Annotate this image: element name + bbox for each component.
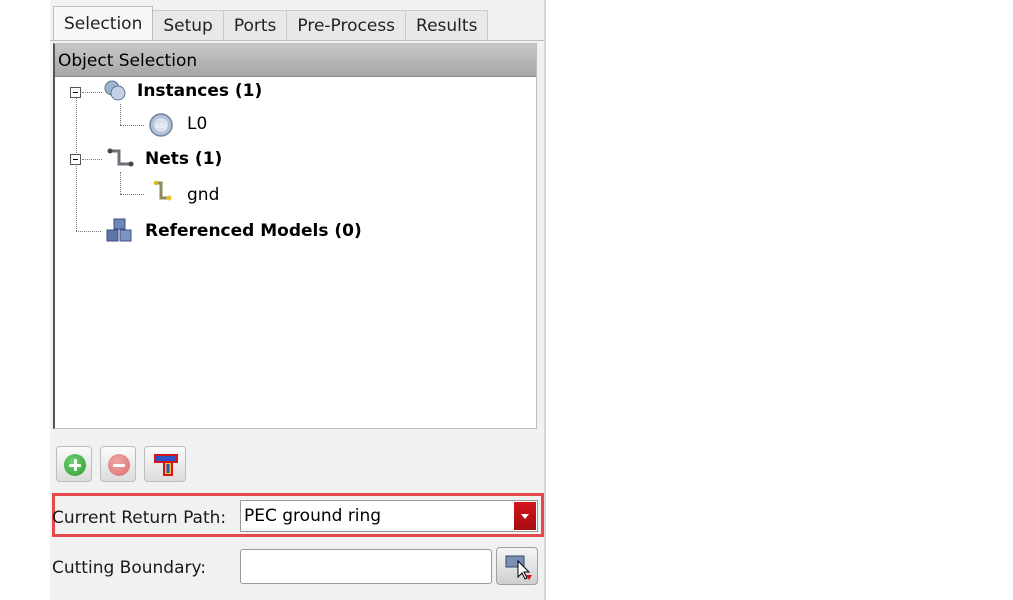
object-tree[interactable]: Object Selection Instances (1) obj L0 Ne…: [53, 43, 537, 429]
cutting-boundary-label: Cutting Boundary:: [52, 558, 207, 578]
cutting-boundary-input[interactable]: [240, 549, 492, 584]
pick-cursor-icon: [505, 555, 532, 580]
port-button[interactable]: [144, 446, 186, 482]
svg-text:obj: obj: [156, 122, 167, 130]
tree-node-instances[interactable]: Instances (1): [137, 81, 262, 101]
tab-pre-process[interactable]: Pre-Process: [286, 10, 407, 40]
tree-node-l0[interactable]: L0: [187, 114, 207, 134]
tree-line: [82, 159, 102, 160]
tree-node-nets[interactable]: Nets (1): [145, 149, 222, 169]
collapse-instances-toggle[interactable]: [70, 87, 81, 98]
tab-results[interactable]: Results: [405, 10, 489, 40]
collapse-nets-toggle[interactable]: [70, 154, 81, 165]
net-gnd-icon: [153, 180, 172, 201]
tree-line: [120, 194, 144, 195]
current-return-path-select[interactable]: PEC ground ring: [240, 500, 538, 532]
tree-node-gnd[interactable]: gnd: [187, 185, 219, 205]
current-return-path-label: Current Return Path:: [52, 508, 227, 528]
tab-bar: Selection Setup Ports Pre-Process Result…: [53, 6, 489, 40]
tab-selection[interactable]: Selection: [53, 6, 154, 40]
current-return-path-value: PEC ground ring: [244, 506, 382, 526]
minus-icon: [108, 454, 130, 476]
tree-line: [82, 92, 102, 93]
tree-line: [76, 231, 101, 232]
tree-line: [120, 172, 121, 194]
tab-ports[interactable]: Ports: [222, 10, 288, 40]
tree-node-referenced-models[interactable]: Referenced Models (0): [145, 221, 362, 241]
instances-icon: [104, 80, 126, 101]
panel-border: [544, 0, 546, 600]
tree-header: Object Selection: [55, 44, 536, 77]
dropdown-arrow-icon[interactable]: [514, 502, 536, 530]
instance-object-icon: obj: [149, 113, 173, 137]
referenced-models-icon: [106, 218, 132, 242]
tree-line: [120, 125, 144, 126]
nets-icon: [107, 148, 134, 167]
selection-panel: Selection Setup Ports Pre-Process Result…: [50, 0, 546, 600]
tab-setup[interactable]: Setup: [152, 10, 224, 40]
add-button[interactable]: [56, 446, 92, 482]
plus-icon: [64, 454, 86, 476]
remove-button[interactable]: [100, 446, 136, 482]
tree-line: [120, 104, 121, 125]
select-boundary-button[interactable]: [496, 547, 538, 585]
port-icon: [154, 454, 178, 476]
